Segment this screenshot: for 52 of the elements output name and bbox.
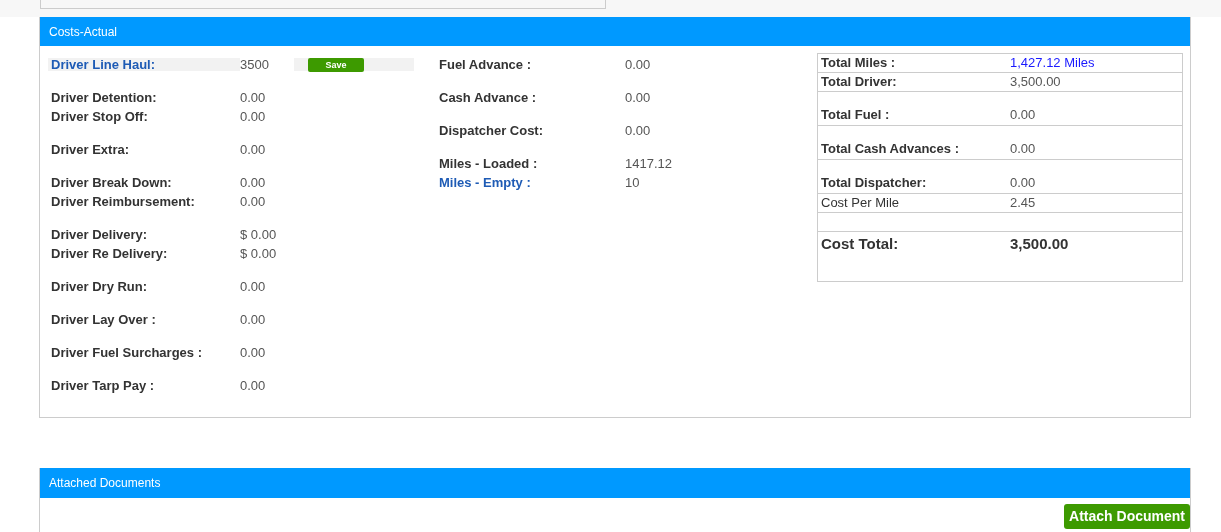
- field-value: 0.00: [240, 173, 266, 192]
- field-value: 0.00: [240, 88, 266, 107]
- field-label[interactable]: Miles - Empty :: [439, 174, 531, 190]
- field-label: Driver Stop Off:: [51, 108, 148, 124]
- field-value: 0.00: [240, 310, 266, 329]
- field-label: Driver Dry Run:: [51, 278, 148, 294]
- field-value: 0.00: [625, 88, 651, 107]
- total-value: 0.00: [1010, 139, 1036, 158]
- field-label: Cash Advance :: [439, 89, 537, 105]
- total-value: 0.00: [1010, 173, 1036, 192]
- total-label: Total Miles :: [821, 54, 897, 73]
- field-label: Driver Re Delivery:: [51, 245, 168, 261]
- attach-document-button[interactable]: Attach Document: [1064, 504, 1190, 529]
- field-value: 0.00: [625, 121, 651, 140]
- field-label[interactable]: Driver Line Haul:: [48, 54, 156, 75]
- total-label: Total Fuel :: [821, 105, 891, 124]
- total-value: 1,427.12 Miles: [1010, 54, 1095, 73]
- amount-input[interactable]: 3500: [240, 55, 290, 74]
- total-label: Total Cash Advances :: [821, 139, 960, 158]
- field-value: 0.00: [240, 376, 266, 395]
- total-value: 3,500.00: [1010, 234, 1069, 254]
- total-label: Total Dispatcher:: [821, 173, 928, 192]
- total-label: Cost Total:: [821, 234, 900, 254]
- field-value: 10: [625, 173, 640, 192]
- field-label: Fuel Advance :: [439, 56, 531, 72]
- panel-title: Costs-Actual: [49, 23, 118, 41]
- total-value: 2.45: [1010, 194, 1036, 213]
- panel-title: Attached Documents: [49, 475, 161, 492]
- field-label: Miles - Loaded :: [439, 155, 538, 171]
- field-label: Driver Extra:: [51, 141, 130, 157]
- field-value: 0.00: [240, 107, 266, 126]
- field-value: 0.00: [240, 192, 266, 211]
- total-label: Cost Per Mile: [821, 194, 901, 213]
- field-label: Driver Fuel Surcharges :: [51, 344, 202, 360]
- field-value: 0.00: [240, 277, 266, 296]
- field-value: 0.00: [240, 343, 266, 362]
- field-value: 1417.12: [625, 154, 672, 173]
- field-label: Driver Break Down:: [51, 174, 172, 190]
- field-value: 0.00: [240, 140, 266, 159]
- total-value: 3,500.00: [1010, 73, 1061, 92]
- field-value: $ 0.00: [240, 244, 277, 263]
- save-button[interactable]: Save: [308, 57, 364, 72]
- total-label: Total Driver:: [821, 73, 898, 92]
- field-label: Driver Reimbursement:: [51, 193, 195, 209]
- field-value: $ 0.00: [240, 225, 277, 244]
- field-label: Dispatcher Cost:: [439, 122, 544, 138]
- total-value: 0.00: [1010, 105, 1036, 124]
- field-label: Driver Tarp Pay :: [51, 377, 155, 393]
- field-value: 0.00: [625, 55, 651, 74]
- field-label: Driver Lay Over :: [51, 311, 156, 327]
- field-label: Driver Delivery:: [51, 226, 148, 242]
- field-label: Driver Detention:: [51, 89, 157, 105]
